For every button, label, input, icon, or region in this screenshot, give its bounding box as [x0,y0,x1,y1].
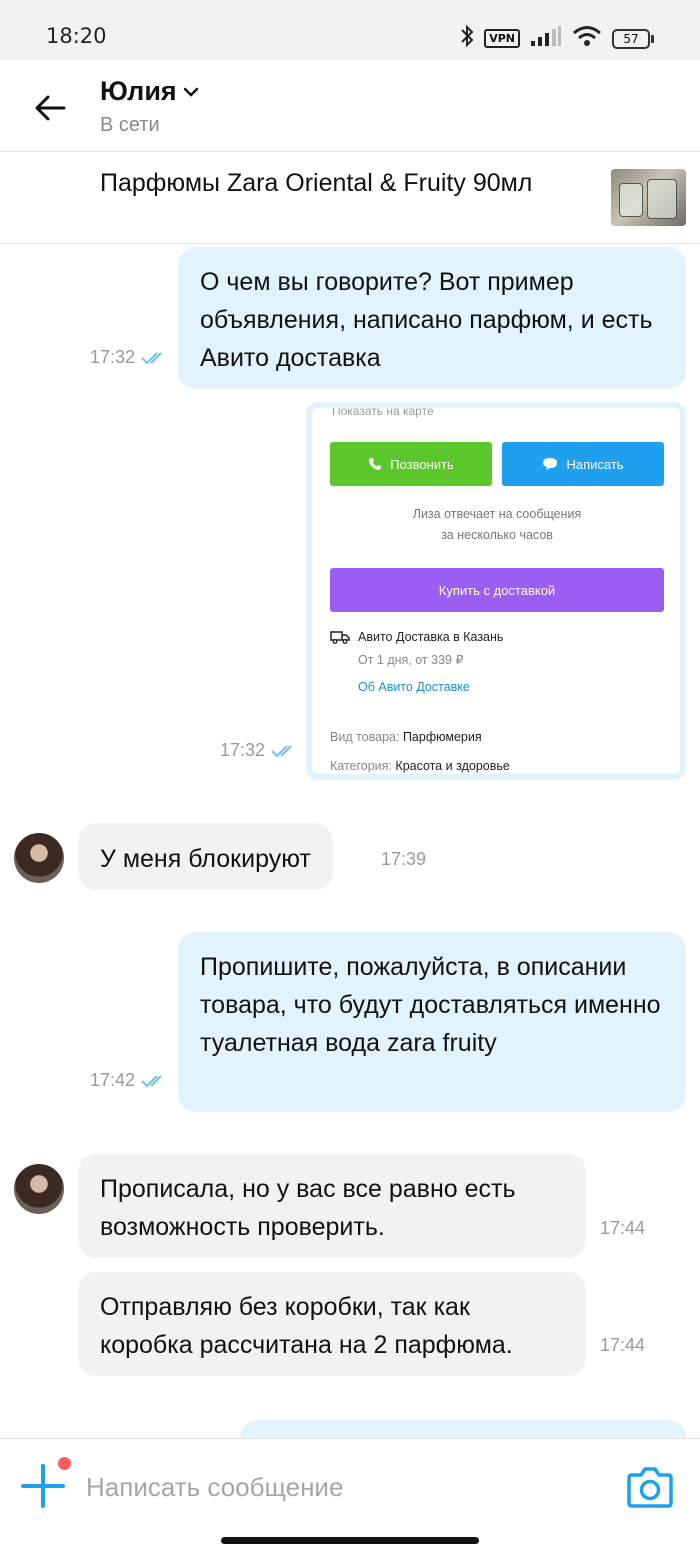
att-write-label: Написать [566,456,624,472]
message-text: У меня блокируют [100,845,311,873]
listing-thumbnail[interactable] [611,169,686,226]
message-time: 17:44 [600,1335,645,1356]
arrow-left-icon [35,95,66,121]
status-bar: 18:20 VPN 57 [0,0,700,60]
message-text: Пропишите, пожалуйста, в описании товара… [200,953,661,1057]
att-type-label: Вид товара: [330,730,400,744]
att-buy-label: Купить с доставкой [438,582,556,598]
contact-status: В сети [100,114,160,136]
avatar[interactable] [14,833,64,883]
listing-banner[interactable]: Парфюмы Zara Oriental & Fruity 90мл [0,152,700,244]
truck-icon [330,631,350,644]
message-time: 17:32 [90,347,167,368]
att-call-button: Позвонить [330,442,492,486]
battery-icon: 57 [612,28,654,49]
vpn-icon: VPN [484,29,520,48]
double-check-icon [271,744,292,757]
att-category-row: Категория: Красота и здоровье [330,759,510,773]
double-check-icon [141,351,162,364]
home-indicator[interactable] [221,1537,479,1544]
att-delivery-title: Авито Доставка в Казань [358,630,504,644]
chevron-down-icon [183,87,198,97]
message-text: О чем вы говорите? Вот пример объявления… [200,268,653,372]
time-label: 17:32 [90,347,136,367]
message-text: Прописала, но у вас все равно есть возмо… [100,1175,516,1241]
listing-title: Парфюмы Zara Oriental & Fruity 90мл [100,169,533,197]
time-label: 17:44 [600,1218,646,1238]
att-delivery: Авито Доставка в Казань [330,630,503,644]
att-reply-line2: за несколько часов [441,528,553,542]
time-label: 17:32 [220,740,266,760]
camera-button[interactable] [626,1465,674,1509]
time-label: 17:44 [600,1335,646,1355]
status-icons: VPN 57 [460,24,654,53]
wifi-icon [572,25,602,52]
bluetooth-icon [460,24,474,53]
att-type-value: Парфюмерия [402,730,482,744]
att-category-value: Красота и здоровье [395,759,510,773]
att-delivery-link: Об Авито Доставке [358,680,470,694]
att-buy-button: Купить с доставкой [330,568,664,612]
chat-bubble-icon [543,458,558,470]
att-call-label: Позвонить [390,456,454,472]
plus-icon [21,1464,65,1508]
avatar[interactable] [14,1164,64,1214]
chat-header: Юлия В сети [0,60,700,152]
incoming-message[interactable]: У меня блокируют [78,823,333,890]
status-time: 18:20 [46,24,107,48]
time-label: 17:39 [381,849,427,869]
signal-icon [530,25,562,52]
message-input[interactable] [86,1467,586,1507]
att-type-row: Вид товара: Парфюмерия [330,730,482,744]
camera-icon [627,1467,673,1508]
att-write-button: Написать [502,442,664,486]
att-reply-info: Лиза отвечает на сообщения за несколько … [330,504,664,546]
time-label: 17:42 [90,1070,136,1090]
message-time: 17:32 [220,740,297,761]
incoming-message[interactable]: Отправляю без коробки, так как коробка р… [78,1272,586,1376]
add-attachment-button[interactable] [20,1463,66,1509]
outgoing-message[interactable]: О чем вы говорите? Вот пример объявления… [178,247,686,389]
back-button[interactable] [28,88,72,128]
message-time: 17:42 [90,1070,167,1091]
double-check-icon [141,1074,162,1087]
att-reply-line1: Лиза отвечает на сообщения [412,507,582,521]
att-delivery-sub: От 1 дня, от 339 ₽ [358,653,464,667]
message-text: Отправляю без коробки, так как коробка р… [100,1293,513,1359]
phone-icon [369,458,382,470]
att-category-label: Категория: [330,759,392,773]
message-time: 17:39 [381,849,426,870]
att-map-link: Показать на карте [332,404,434,418]
battery-level: 57 [612,28,650,49]
contact-name-dropdown[interactable]: Юлия [100,76,199,107]
outgoing-message[interactable]: Пропишите, пожалуйста, в описании товара… [178,932,686,1112]
image-attachment[interactable]: Показать на карте Позвонить Написать Лиз… [306,402,686,780]
contact-name: Юлия [100,76,177,106]
message-time: 17:44 [600,1218,645,1239]
incoming-message[interactable]: Прописала, но у вас все равно есть возмо… [78,1154,586,1258]
notification-dot [58,1457,71,1470]
